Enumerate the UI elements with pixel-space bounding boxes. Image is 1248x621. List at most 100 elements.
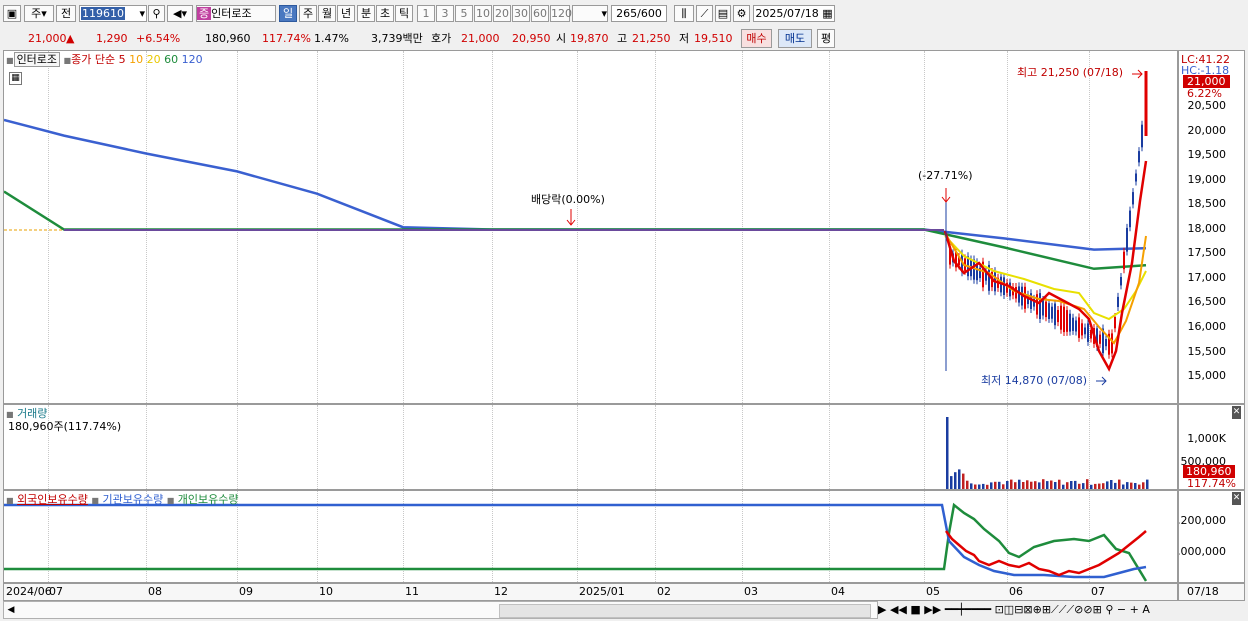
minute-10-button[interactable]: 10 <box>474 5 492 22</box>
candle-body <box>1129 210 1131 228</box>
volume-bar <box>974 484 977 489</box>
period-day-button[interactable]: 일 <box>279 5 297 22</box>
high-label: 고 <box>617 32 628 45</box>
price-panel[interactable]: ■ 인터로조 ■종가 단순 5 10 20 60 120 ▦ 최고 21,250 … <box>3 50 1178 404</box>
volume-bar <box>1114 482 1117 489</box>
period-second-button[interactable]: 초 <box>376 5 394 22</box>
zoom-slider[interactable]: ━━┿━━━━ <box>945 603 991 616</box>
speaker-icon[interactable]: ◀▾ <box>167 5 193 22</box>
candle-icon[interactable]: ⫼ <box>674 5 694 22</box>
rewind-icon[interactable]: ◀◀ <box>890 603 907 616</box>
minute-20-button[interactable]: 20 <box>493 5 511 22</box>
market-select[interactable]: 주▾ <box>24 5 54 22</box>
period-minute-button[interactable]: 분 <box>357 5 375 22</box>
volume-bar <box>1014 482 1017 489</box>
volume-bar <box>1018 479 1021 489</box>
minute-30-button[interactable]: 30 <box>512 5 530 22</box>
volume-bar <box>1034 481 1037 489</box>
search-zoom-icon[interactable]: ⚲ <box>1105 603 1113 616</box>
interval-select[interactable]: ▾ <box>572 5 608 22</box>
volume-bar <box>1142 482 1145 489</box>
candle-body <box>1126 227 1128 252</box>
period-month-button[interactable]: 월 <box>318 5 336 22</box>
chart-controls: ▶ ◀◀ ■ ▶▶ ━━┿━━━━ ⊡◫⊟⊠⊕⊞⟋⟋⟋⊘⊘⊞ ⚲ − + A <box>878 601 1248 619</box>
candle-body <box>1123 251 1125 270</box>
candle-body <box>1045 301 1047 318</box>
trade-amount: 3,739백만 <box>371 32 423 45</box>
calendar-icon[interactable]: ▦ <box>9 72 22 85</box>
draw-line-icon[interactable]: ⟋ <box>696 5 713 22</box>
volume-bar <box>1030 481 1033 489</box>
volume-bar <box>990 482 993 489</box>
period-week-button[interactable]: 주 <box>299 5 317 22</box>
gear-icon[interactable]: ⚙ <box>733 5 750 22</box>
volume-axis[interactable]: ✕ 1,000K 500,000 180,960 117.74% <box>1178 404 1245 490</box>
minute-1-button[interactable]: 1 <box>417 5 435 22</box>
volume-bar <box>1074 480 1077 489</box>
volume-bar <box>1006 481 1009 489</box>
price-legend[interactable]: ■ 인터로조 ■종가 단순 5 10 20 60 120 <box>6 52 203 67</box>
toolbar: ▣ 주▾ 전 119610 ▾ ⚲ ◀▾ 증 인터로조 일 주 월 년 분 초 틱 … <box>0 0 1248 29</box>
sell-button[interactable]: 매도 <box>778 29 812 48</box>
holder-close-icon[interactable]: ✕ <box>1232 492 1241 505</box>
minute-3-button[interactable]: 3 <box>436 5 454 22</box>
candle-body <box>1120 277 1122 286</box>
low-label: 저 <box>679 32 690 45</box>
scroll-left-icon[interactable]: ◀ <box>4 602 18 618</box>
minute-120-button[interactable]: 120 <box>550 5 572 22</box>
volume-bar <box>1130 482 1133 489</box>
volume-bar <box>954 472 957 489</box>
minute-5-button[interactable]: 5 <box>455 5 473 22</box>
font-size-icon[interactable]: A <box>1142 603 1150 616</box>
forward-icon[interactable]: ▶▶ <box>924 603 941 616</box>
prefix-button[interactable]: 전 <box>56 5 76 22</box>
count-field[interactable]: 265/600 <box>611 5 667 22</box>
play-icon[interactable]: ▶ <box>878 603 886 616</box>
volume-bar <box>1138 484 1141 489</box>
code-input[interactable]: 119610 ▾ <box>79 5 147 22</box>
candle-body <box>1114 317 1116 329</box>
buy-button[interactable]: 매수 <box>741 29 772 48</box>
volume-bar <box>1090 484 1093 489</box>
stop-icon[interactable]: ■ <box>910 603 920 616</box>
price-axis[interactable]: LC:41.22 HC:-1.18 21,000 6.22% 20,500 20… <box>1178 50 1245 404</box>
tool-icons[interactable]: ⊡◫⊟⊠⊕⊞⟋⟋⟋⊘⊘⊞ <box>995 603 1102 616</box>
volume-bar <box>998 481 1001 489</box>
bid-price: 20,950 <box>512 32 551 45</box>
period-year-button[interactable]: 년 <box>337 5 355 22</box>
average-button[interactable]: 평 <box>817 29 835 48</box>
up-arrow-icon: ▲ <box>66 32 75 45</box>
stock-name-field[interactable]: 증 인터로조 <box>196 5 276 22</box>
zoom-out-icon[interactable]: − <box>1117 603 1126 616</box>
volume-value: 180,960 <box>205 32 251 45</box>
volume-bar <box>1122 484 1125 489</box>
minute-60-button[interactable]: 60 <box>531 5 549 22</box>
save-icon[interactable]: ▤ <box>715 5 731 22</box>
window-menu-icon[interactable]: ▣ <box>3 5 21 22</box>
dividend-arrow-icon <box>566 209 576 226</box>
holder-axis[interactable]: ✕ 1,200,000 1,000,000 <box>1178 490 1245 583</box>
holder-panel[interactable]: ■ 외국인보유수량 ■ 기관보유수량 ■ 개인보유수량 <box>3 490 1178 583</box>
volume-bar <box>1098 483 1101 489</box>
foreign-holding-line <box>945 530 1147 577</box>
scroll-thumb[interactable] <box>499 604 871 618</box>
zoom-in-icon[interactable]: + <box>1130 603 1139 616</box>
change-rate: +6.54% <box>136 32 181 45</box>
volume-bar <box>994 481 997 489</box>
volume-close-icon[interactable]: ✕ <box>1232 406 1241 419</box>
date-field[interactable]: 2025/07/18 ▦ <box>753 5 835 22</box>
volume-bar <box>1026 480 1029 489</box>
drop-annotation: (-27.71%) <box>918 169 973 182</box>
volume-bar <box>1134 483 1137 489</box>
price-change: 1,290 <box>96 32 128 45</box>
period-tick-button[interactable]: 틱 <box>395 5 413 22</box>
candle-body <box>1072 317 1074 331</box>
holder-legend[interactable]: ■ 외국인보유수량 ■ 기관보유수량 ■ 개인보유수량 <box>6 493 239 507</box>
volume-panel[interactable]: ■ 거래량 180,960주(117.74%) <box>3 404 1178 490</box>
candle-body <box>1117 296 1119 307</box>
candles <box>949 120 1143 359</box>
volume-bar <box>1086 479 1089 489</box>
search-icon[interactable]: ⚲ <box>148 5 165 22</box>
horizontal-scrollbar[interactable]: ◀ <box>3 601 878 619</box>
volume-title: ■ 거래량 <box>6 407 48 420</box>
